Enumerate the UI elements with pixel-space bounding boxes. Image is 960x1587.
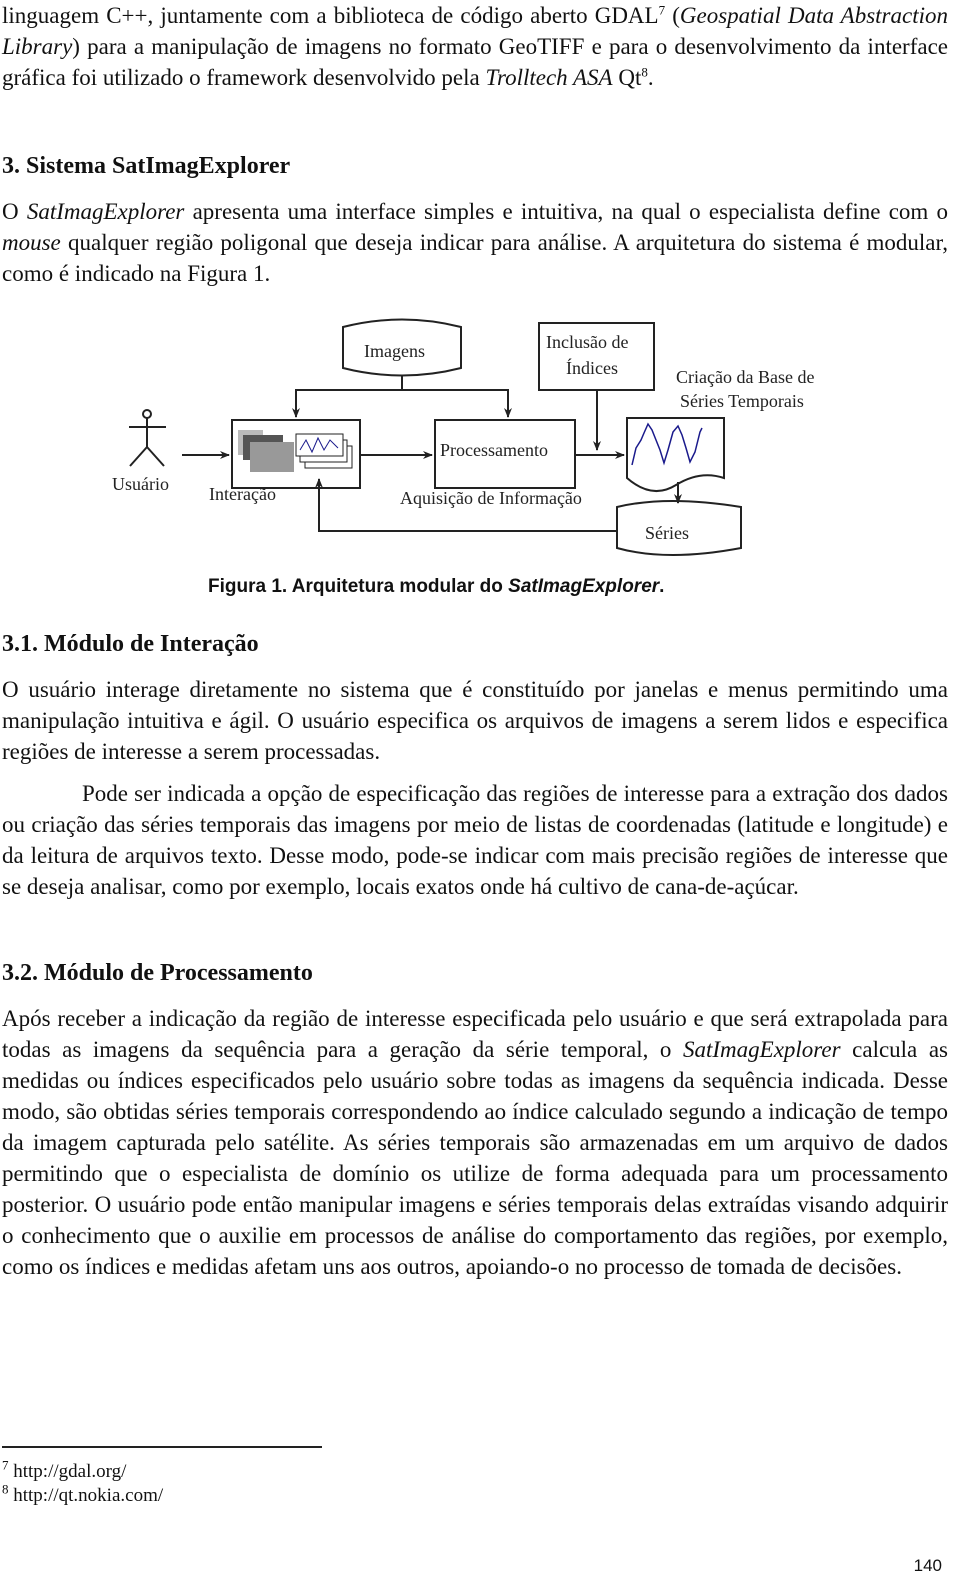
intro-text: ) para a manipulação de imagens no forma… bbox=[2, 34, 948, 90]
para-text: calcula as medidas ou índices especifica… bbox=[2, 1037, 948, 1279]
para-text: apresenta uma interface simples e intuit… bbox=[184, 199, 948, 224]
footnote-divider bbox=[2, 1446, 322, 1448]
para-italic: SatImagExplorer bbox=[26, 199, 185, 224]
section-3-1-paragraph-2: Pode ser indicada a opção de especificaç… bbox=[2, 781, 948, 899]
interacao-label: Interação bbox=[209, 484, 276, 504]
criacao-label-line1: Criação da Base de bbox=[676, 367, 814, 387]
caption-italic: SatImagExplorer bbox=[508, 576, 660, 597]
para-italic: SatImagExplorer bbox=[683, 1037, 841, 1062]
para-text: O bbox=[2, 199, 27, 224]
user-actor-icon bbox=[129, 409, 166, 467]
intro-text: Qt bbox=[612, 65, 642, 90]
footnote-8: 8 http://qt.nokia.com/ bbox=[2, 1483, 163, 1508]
section-3-1-heading: 3.1. Módulo de Interação bbox=[2, 631, 259, 657]
footnote-7: 7 http://gdal.org/ bbox=[2, 1459, 126, 1484]
footnote-link[interactable]: http://qt.nokia.com/ bbox=[9, 1485, 163, 1506]
caption-text: . bbox=[659, 576, 665, 597]
usuario-label: Usuário bbox=[112, 474, 169, 494]
intro-text: linguagem C++, juntamente com a bibliote… bbox=[2, 3, 659, 28]
intro-text: . bbox=[647, 65, 654, 90]
inclusao-label-line1: Inclusão de bbox=[546, 332, 628, 352]
para-text: qualquer região poligonal que deseja ind… bbox=[2, 230, 948, 286]
para-italic: mouse bbox=[2, 230, 61, 255]
aquisicao-label: Aquisição de Informação bbox=[400, 488, 582, 508]
criacao-label-line2: Séries Temporais bbox=[680, 391, 804, 411]
section-3-2-paragraph: Após receber a indicação da região de in… bbox=[2, 1003, 948, 1282]
series-label: Séries bbox=[645, 523, 689, 543]
intro-text: ( bbox=[665, 3, 680, 28]
section-3-paragraph: O SatImagExplorer apresenta uma interfac… bbox=[2, 196, 948, 289]
footnote-link[interactable]: http://gdal.org/ bbox=[9, 1461, 126, 1482]
figure-caption: Figura 1. Arquitetura modular do SatImag… bbox=[208, 576, 664, 598]
processamento-label: Processamento bbox=[440, 440, 548, 460]
inclusao-label-line2: Índices bbox=[566, 357, 618, 378]
section-3-heading: 3. Sistema SatImagExplorer bbox=[2, 153, 291, 179]
section-3-1-paragraph-1: O usuário interage diretamente no sistem… bbox=[2, 677, 948, 764]
imagens-label: Imagens bbox=[364, 341, 425, 361]
page-number: 140 bbox=[913, 1556, 942, 1575]
intro-italic: Trolltech ASA bbox=[485, 65, 613, 90]
architecture-diagram: Imagens Inclusão de Índices Criação da B… bbox=[112, 318, 814, 556]
caption-text: Figura 1. Arquitetura modular do bbox=[208, 576, 509, 597]
section-3-2-heading: 3.2. Módulo de Processamento bbox=[2, 960, 313, 986]
intro-paragraph: linguagem C++, juntamente com a bibliote… bbox=[2, 0, 948, 93]
